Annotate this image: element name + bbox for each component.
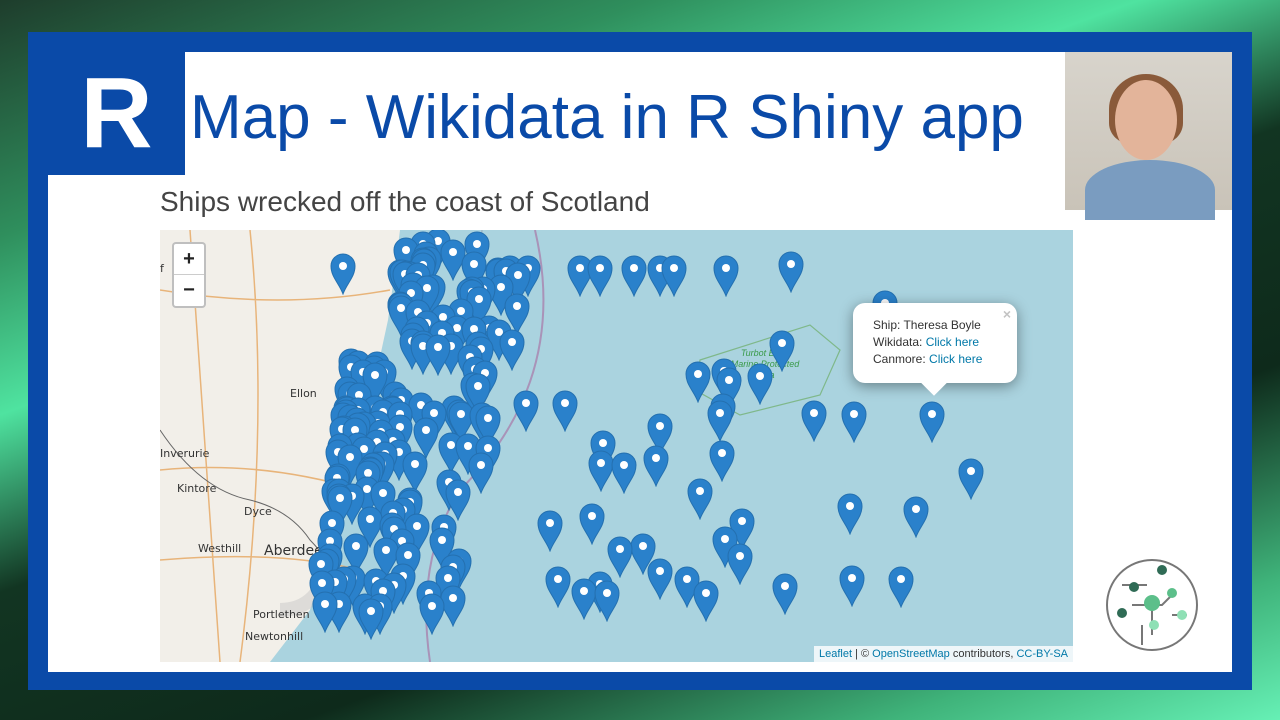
place-label-ellon: Ellon bbox=[290, 387, 317, 400]
shipwreck-marker[interactable] bbox=[358, 598, 384, 641]
shipwreck-marker[interactable] bbox=[594, 580, 620, 623]
place-label-portlethen: Portlethen bbox=[253, 608, 310, 621]
shipwreck-marker[interactable] bbox=[579, 503, 605, 546]
attr-sep: | © bbox=[852, 648, 873, 660]
zoom-control: + − bbox=[172, 242, 206, 308]
shipwreck-marker[interactable] bbox=[687, 478, 713, 521]
shipwreck-marker[interactable] bbox=[661, 255, 687, 298]
leaflet-map[interactable]: f Ellon Inverurie Kintore Dyce Westhill … bbox=[160, 230, 1073, 662]
shipwreck-marker[interactable] bbox=[643, 445, 669, 488]
license-link[interactable]: CC-BY-SA bbox=[1016, 648, 1068, 660]
place-label-dyce: Dyce bbox=[244, 505, 272, 518]
shipwreck-marker[interactable] bbox=[709, 440, 735, 483]
ship-label: Ship: bbox=[873, 318, 904, 332]
shipwreck-marker[interactable] bbox=[707, 400, 733, 443]
ship-popup: × Ship: Theresa Boyle Wikidata: Click he… bbox=[853, 303, 1017, 383]
canmore-label: Canmore: bbox=[873, 352, 930, 366]
shipwreck-marker[interactable] bbox=[647, 558, 673, 601]
shipwreck-marker[interactable] bbox=[537, 510, 563, 553]
slide-title: Map - Wikidata in R Shiny app bbox=[190, 83, 1024, 152]
shipwreck-marker[interactable] bbox=[611, 452, 637, 495]
wikidata-label: Wikidata: bbox=[873, 335, 926, 349]
shipwreck-marker[interactable] bbox=[903, 496, 929, 539]
ship-name: Theresa Boyle bbox=[903, 318, 981, 332]
popup-close-button[interactable]: × bbox=[1003, 306, 1011, 323]
data-for-knowledge-logo bbox=[1106, 559, 1198, 651]
shipwreck-marker[interactable] bbox=[747, 363, 773, 406]
leaflet-link[interactable]: Leaflet bbox=[819, 648, 852, 660]
r-logo: R bbox=[48, 52, 185, 175]
shipwreck-marker[interactable] bbox=[693, 580, 719, 623]
shipwreck-marker[interactable] bbox=[713, 255, 739, 298]
shipwreck-marker[interactable] bbox=[468, 452, 494, 495]
shipwreck-marker[interactable] bbox=[839, 565, 865, 608]
shipwreck-marker[interactable] bbox=[312, 591, 338, 634]
shipwreck-marker[interactable] bbox=[552, 390, 578, 433]
attr-contrib: contributors, bbox=[949, 648, 1017, 660]
shipwreck-marker[interactable] bbox=[772, 573, 798, 616]
shipwreck-marker[interactable] bbox=[621, 255, 647, 298]
zoom-out-button[interactable]: − bbox=[174, 275, 204, 306]
shipwreck-marker[interactable] bbox=[801, 400, 827, 443]
shipwreck-marker[interactable] bbox=[499, 329, 525, 372]
shipwreck-marker[interactable] bbox=[513, 390, 539, 433]
place-label-westhill: Westhill bbox=[198, 542, 242, 555]
webcam-video bbox=[1065, 52, 1232, 220]
place-label-newtonhill: Newtonhill bbox=[245, 630, 304, 643]
shipwreck-marker[interactable] bbox=[685, 361, 711, 404]
shipwreck-marker[interactable] bbox=[958, 458, 984, 501]
place-label: f bbox=[160, 262, 164, 275]
map-attribution: Leaflet | © OpenStreetMap contributors, … bbox=[813, 646, 1073, 662]
shipwreck-marker[interactable] bbox=[727, 543, 753, 586]
shipwreck-marker[interactable] bbox=[837, 493, 863, 536]
shipwreck-marker[interactable] bbox=[330, 253, 356, 296]
shipwreck-marker[interactable] bbox=[888, 566, 914, 609]
osm-link[interactable]: OpenStreetMap bbox=[872, 648, 950, 660]
place-label-kintore: Kintore bbox=[177, 482, 217, 495]
shipwreck-marker[interactable] bbox=[919, 401, 945, 444]
shipwreck-marker[interactable] bbox=[778, 251, 804, 294]
shipwreck-marker[interactable] bbox=[419, 593, 445, 636]
place-label-inverurie: Inverurie bbox=[160, 447, 210, 460]
canmore-link[interactable]: Click here bbox=[929, 352, 982, 366]
app-heading: Ships wrecked off the coast of Scotland bbox=[160, 186, 650, 217]
wikidata-link[interactable]: Click here bbox=[926, 335, 979, 349]
shipwreck-marker[interactable] bbox=[545, 566, 571, 609]
shipwreck-marker[interactable] bbox=[841, 401, 867, 444]
zoom-in-button[interactable]: + bbox=[174, 244, 204, 275]
shipwreck-marker[interactable] bbox=[587, 255, 613, 298]
shipwreck-marker[interactable] bbox=[425, 334, 451, 377]
